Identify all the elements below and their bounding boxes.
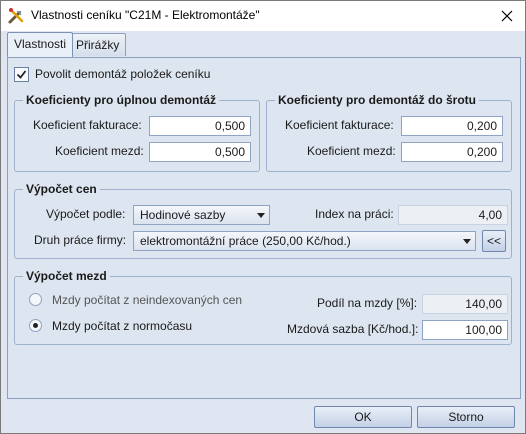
close-icon[interactable] — [495, 5, 519, 27]
price-calc-group: Výpočet cen Výpočet podle: Hodinové sazb… — [14, 182, 512, 259]
scrap-demolition-group: Koeficienty pro demontáž do šrotu Koefic… — [266, 93, 512, 172]
wage-calc-group: Výpočet mezd Mzdy počítat z neindexovaný… — [14, 269, 512, 345]
chevron-down-icon — [257, 213, 265, 218]
wage-rate-label: Mzdová sazba [Kč/hod.]: — [287, 322, 419, 336]
group-title: Koeficienty pro demontáž do šrotu — [275, 93, 480, 107]
chevron-down-icon — [463, 239, 471, 244]
work-type-dropdown[interactable]: elektromontážní práce (250,00 Kč/hod.) — [133, 231, 476, 251]
billing-coef-label: Koeficient fakturace: — [285, 118, 394, 132]
billing-coef-label: Koeficient fakturace: — [33, 118, 142, 132]
full-wage-coef-field[interactable]: 0,500 — [149, 142, 251, 162]
wage-coef-label: Koeficient mezd: — [55, 144, 144, 158]
scrap-billing-coef-field[interactable]: 0,200 — [401, 116, 503, 136]
wage-share-label: Podíl na mzdy [%]: — [317, 296, 418, 310]
tools-icon — [7, 7, 25, 25]
allow-demolition-label: Povolit demontáž položek ceníku — [35, 67, 211, 81]
back-button[interactable]: << — [482, 230, 506, 252]
calc-by-value: Hodinové sazby — [140, 208, 226, 222]
ok-button[interactable]: OK — [314, 406, 412, 428]
scrap-wage-coef-field[interactable]: 0,200 — [401, 142, 503, 162]
dialog-window: Vlastnosti ceníku "C21M - Elektromontáže… — [0, 0, 526, 434]
full-demolition-group: Koeficienty pro úplnou demontáž Koeficie… — [14, 93, 260, 172]
group-title: Výpočet cen — [23, 182, 100, 196]
cancel-button[interactable]: Storno — [417, 406, 515, 428]
work-type-label: Druh práce firmy: — [34, 233, 127, 247]
title-bar: Vlastnosti ceníku "C21M - Elektromontáže… — [1, 1, 525, 31]
standard-time-label: Mzdy počítat z normočasu — [52, 319, 193, 333]
work-index-label: Index na práci: — [315, 207, 394, 221]
work-type-value: elektromontážní práce (250,00 Kč/hod.) — [140, 234, 351, 248]
properties-panel: Povolit demontáž položek ceníku Koeficie… — [7, 57, 521, 399]
group-title: Koeficienty pro úplnou demontáž — [23, 93, 220, 107]
nonindexed-radio[interactable] — [29, 293, 42, 306]
wage-share-field: 140,00 — [422, 294, 508, 314]
group-title: Výpočet mezd — [23, 269, 110, 283]
window-title: Vlastnosti ceníku "C21M - Elektromontáže… — [31, 8, 260, 22]
calc-by-label: Výpočet podle: — [46, 207, 126, 221]
wage-rate-field[interactable]: 100,00 — [422, 320, 508, 340]
tab-prirazky[interactable]: Přirážky — [69, 33, 127, 56]
allow-demolition-checkbox[interactable] — [14, 67, 29, 82]
calc-by-dropdown[interactable]: Hodinové sazby — [133, 205, 270, 225]
wage-coef-label: Koeficient mezd: — [307, 144, 396, 158]
nonindexed-label: Mzdy počítat z neindexovaných cen — [52, 293, 243, 307]
tab-vlastnosti[interactable]: Vlastnosti — [7, 32, 74, 57]
checkmark-icon — [16, 70, 27, 79]
work-index-field: 4,00 — [398, 205, 508, 225]
full-billing-coef-field[interactable]: 0,500 — [149, 116, 251, 136]
standard-time-radio[interactable] — [29, 319, 42, 332]
